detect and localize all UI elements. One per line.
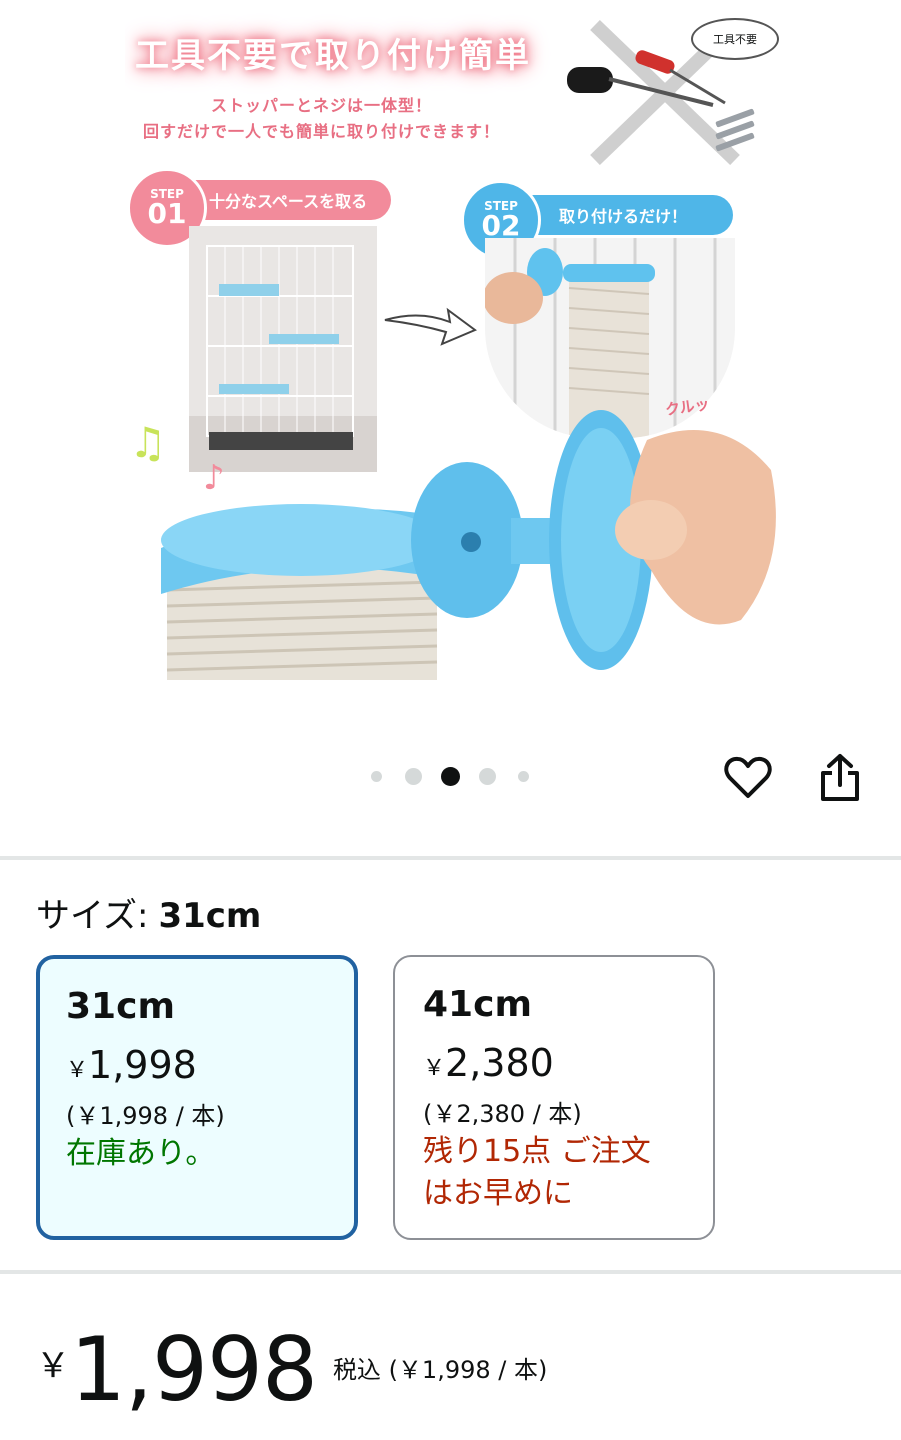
- closeup-photo: [161, 410, 776, 680]
- step1-text: 十分なスペースを取る: [209, 192, 368, 211]
- size-option-31cm[interactable]: 31cm ￥1,998 (￥1,998 / 本) 在庫あり。: [36, 955, 358, 1240]
- divider: [0, 1270, 901, 1274]
- image-subline-1: ストッパーとネジは一体型！: [211, 96, 433, 115]
- price-amount: 1,998: [70, 1318, 318, 1421]
- carousel-dot[interactable]: [479, 768, 496, 785]
- option-stock-status-line2: はお早めに: [423, 1176, 573, 1211]
- option-price-amount: 2,380: [445, 1041, 554, 1085]
- favorite-button[interactable]: [720, 750, 776, 806]
- arrow-right-icon: [384, 307, 478, 346]
- size-label: サイズ:: [36, 896, 149, 936]
- heart-icon: [724, 756, 772, 798]
- carousel-dot[interactable]: [405, 768, 422, 785]
- tool-free-bubble: 工具不要: [691, 18, 779, 60]
- option-unit-price: (￥1,998 / 本): [66, 1102, 225, 1130]
- option-size: 41cm: [423, 984, 532, 1025]
- option-stock-status-line1: 残り15点 ご注文: [423, 1134, 651, 1169]
- option-unit-price: (￥2,380 / 本): [423, 1100, 582, 1128]
- share-button[interactable]: [812, 750, 868, 806]
- carousel-dot-active[interactable]: [441, 767, 460, 786]
- size-selected-value: 31cm: [158, 896, 262, 936]
- step1-num: 01: [147, 197, 187, 230]
- step2-num: 02: [481, 209, 521, 242]
- option-stock-status: 在庫あり。: [66, 1136, 216, 1171]
- step2-text: 取り付けるだけ！: [559, 207, 688, 226]
- size-option-41cm[interactable]: 41cm ￥2,380 (￥2,380 / 本) 残り15点 ご注文 はお早めに: [393, 955, 715, 1240]
- yen-symbol: ￥: [423, 1056, 446, 1081]
- carousel-dot[interactable]: [371, 771, 382, 782]
- option-price: ￥1,998: [66, 1037, 328, 1093]
- product-image[interactable]: 工具不要で取り付け簡単 ストッパーとネジは一体型！ 回すだけで一人でも簡単に取り…: [125, 0, 789, 680]
- image-headline: 工具不要で取り付け簡単: [135, 36, 531, 76]
- option-price: ￥2,380: [423, 1035, 687, 1091]
- carousel-dot[interactable]: [518, 771, 529, 782]
- size-selector-label: サイズ: 31cm: [36, 888, 261, 937]
- price-yen-symbol: ￥: [36, 1346, 70, 1386]
- option-size: 31cm: [66, 986, 175, 1027]
- share-icon: [821, 754, 859, 801]
- divider: [0, 856, 901, 860]
- yen-symbol: ￥: [66, 1058, 89, 1083]
- main-price: ￥1,998 税込 (￥1,998 / 本): [36, 1320, 547, 1420]
- price-tax-note: 税込 (￥1,998 / 本): [332, 1356, 548, 1384]
- option-price-amount: 1,998: [88, 1043, 197, 1087]
- image-subline-2: 回すだけで一人でも簡単に取り付けできます！: [143, 122, 501, 141]
